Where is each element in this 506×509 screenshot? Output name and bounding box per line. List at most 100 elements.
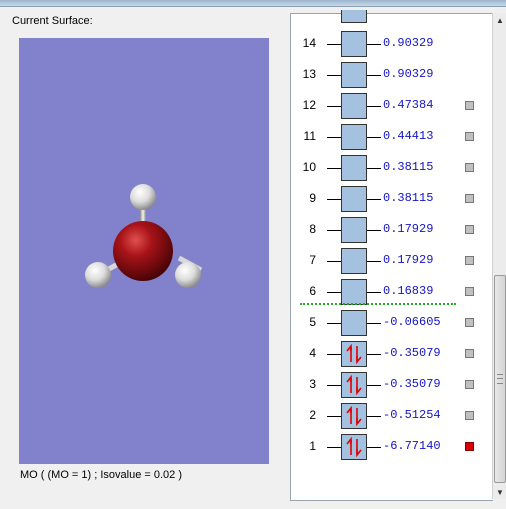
orbital-energy: 0.17929 xyxy=(383,222,434,236)
electron-pair-icon xyxy=(346,436,362,458)
orbital-box[interactable] xyxy=(341,248,367,274)
level-line-right xyxy=(367,75,381,76)
level-line-left xyxy=(327,137,341,138)
molecule-viewport[interactable] xyxy=(19,38,269,464)
level-line-right xyxy=(367,323,381,324)
level-line-right xyxy=(367,199,381,200)
level-line-right xyxy=(367,168,381,169)
orbital-box[interactable] xyxy=(341,434,367,460)
select-marker[interactable] xyxy=(465,349,474,358)
electron-pair-icon xyxy=(346,405,362,427)
orbital-box[interactable] xyxy=(341,31,367,57)
orbital-box[interactable] xyxy=(341,186,367,212)
level-line-right xyxy=(367,261,381,262)
level-line-left xyxy=(327,230,341,231)
orbital-number: 4 xyxy=(309,346,316,360)
orbital-box[interactable] xyxy=(341,403,367,429)
orbital-number: 9 xyxy=(309,191,316,205)
orbital-box[interactable] xyxy=(341,279,367,305)
select-marker[interactable] xyxy=(465,101,474,110)
orbital-number: 7 xyxy=(309,253,316,267)
orbital-row[interactable]: 8 0.17929 xyxy=(291,216,493,244)
orbital-energy: 0.38115 xyxy=(383,191,434,205)
level-line-right xyxy=(367,137,381,138)
select-marker[interactable] xyxy=(465,225,474,234)
molecule-render xyxy=(85,184,203,288)
orbital-box[interactable] xyxy=(341,341,367,367)
orbital-row[interactable]: 1 -6.77140 xyxy=(291,433,493,461)
level-line-left xyxy=(327,44,341,45)
level-line-right xyxy=(367,292,381,293)
orbital-row[interactable]: 9 0.38115 xyxy=(291,185,493,213)
orbital-row[interactable]: 6 0.16839 xyxy=(291,278,493,306)
selected-marker[interactable] xyxy=(465,442,474,451)
orbital-row[interactable]: 2 -0.51254 xyxy=(291,402,493,430)
level-line-right xyxy=(367,447,381,448)
level-line-right xyxy=(367,44,381,45)
level-line-left xyxy=(327,385,341,386)
select-marker[interactable] xyxy=(465,380,474,389)
orbital-row[interactable]: 14 0.90329 xyxy=(291,30,493,58)
orbital-box[interactable] xyxy=(341,62,367,88)
hydrogen-atom-right xyxy=(175,262,201,288)
level-line-left xyxy=(327,75,341,76)
grip-icon xyxy=(497,374,503,384)
current-surface-label: Current Surface: xyxy=(12,15,93,27)
select-marker[interactable] xyxy=(465,163,474,172)
orbital-number: 5 xyxy=(309,315,316,329)
orbital-number: 12 xyxy=(302,98,316,112)
orbital-row[interactable]: 10 0.38115 xyxy=(291,154,493,182)
orbital-row[interactable]: 13 0.90329 xyxy=(291,61,493,89)
orbital-number: 11 xyxy=(303,129,316,143)
mo-energy-diagram[interactable]: 14 0.90329 13 0.90329 12 0.47384 11 0.44413 10 0.… xyxy=(290,10,493,501)
orbital-box[interactable] xyxy=(341,217,367,243)
orbital-number: 13 xyxy=(302,67,316,81)
orbital-number: 6 xyxy=(309,284,316,298)
orbital-box[interactable] xyxy=(341,93,367,119)
arrow-up-icon[interactable]: ▲ xyxy=(493,13,506,27)
orbital-row[interactable]: 7 0.17929 xyxy=(291,247,493,275)
select-marker[interactable] xyxy=(465,287,474,296)
select-marker[interactable] xyxy=(465,411,474,420)
select-marker[interactable] xyxy=(465,194,474,203)
orbital-energy: -0.35079 xyxy=(383,377,441,391)
orbital-number: 14 xyxy=(302,36,316,50)
orbital-energy: 0.90329 xyxy=(383,67,434,81)
orbital-row[interactable]: 5 -0.06605 xyxy=(291,309,493,337)
level-line-left xyxy=(327,106,341,107)
level-line-left xyxy=(327,168,341,169)
level-line-left xyxy=(327,199,341,200)
orbital-row[interactable]: 3 -0.35079 xyxy=(291,371,493,399)
scrollbar-thumb[interactable] xyxy=(494,275,506,483)
mo-caption: MO ( (MO = 1) ; Isovalue = 0.02 ) xyxy=(20,469,182,481)
orbital-energy: -0.06605 xyxy=(383,315,441,329)
select-marker[interactable] xyxy=(465,318,474,327)
orbital-number: 3 xyxy=(309,377,316,391)
electron-pair-icon xyxy=(346,343,362,365)
select-marker[interactable] xyxy=(465,132,474,141)
orbital-box[interactable] xyxy=(341,124,367,150)
level-line-left xyxy=(327,323,341,324)
orbital-energy: -0.35079 xyxy=(383,346,441,360)
scrollbar[interactable]: ▲ ▼ xyxy=(492,13,506,499)
orbital-row[interactable]: 12 0.47384 xyxy=(291,92,493,120)
hydrogen-atom-top xyxy=(130,184,156,210)
orbital-energy: 0.17929 xyxy=(383,253,434,267)
oxygen-atom xyxy=(113,221,173,281)
orbital-row[interactable]: 11 0.44413 xyxy=(291,123,493,151)
orbital-energy: 0.90329 xyxy=(383,36,434,50)
level-line-left xyxy=(327,416,341,417)
orbital-box-partial-top xyxy=(341,10,367,23)
level-line-left xyxy=(327,292,341,293)
orbital-box[interactable] xyxy=(341,155,367,181)
orbital-box[interactable] xyxy=(341,372,367,398)
orbital-energy: 0.38115 xyxy=(383,160,434,174)
arrow-down-icon[interactable]: ▼ xyxy=(493,485,506,499)
orbital-box[interactable] xyxy=(341,310,367,336)
orbital-number: 10 xyxy=(302,160,316,174)
orbital-energy: -0.51254 xyxy=(383,408,441,422)
electron-pair-icon xyxy=(346,374,362,396)
level-line-left xyxy=(327,354,341,355)
select-marker[interactable] xyxy=(465,256,474,265)
orbital-row[interactable]: 4 -0.35079 xyxy=(291,340,493,368)
